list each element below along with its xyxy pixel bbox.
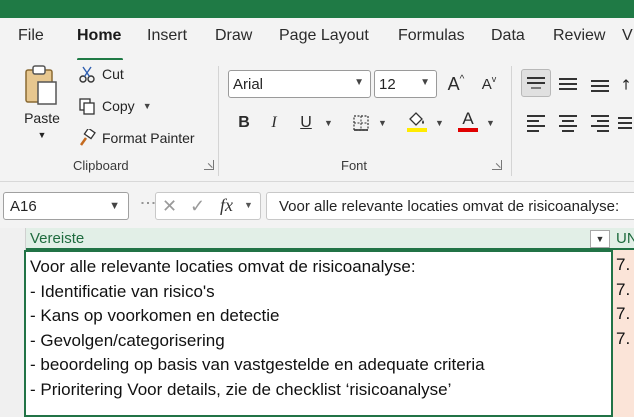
grow-font-label: A — [447, 73, 460, 94]
group-divider — [218, 66, 219, 176]
underline-button[interactable]: U — [295, 110, 317, 136]
caret-up-icon: ^ — [459, 73, 465, 85]
font-group-label: Font — [341, 158, 368, 173]
font-size-value: 12 — [379, 75, 396, 93]
middle-align-button[interactable] — [553, 70, 583, 98]
ribbon: Paste ▼ Cut Copy ▼ Format Painter Clipbo… — [0, 60, 634, 182]
chevron-down-icon[interactable]: ▼ — [38, 130, 47, 140]
format-painter-button[interactable]: Format Painter — [76, 127, 195, 149]
bottom-align-button[interactable] — [585, 72, 615, 100]
table-column-header-2[interactable]: UN — [612, 228, 634, 250]
font-size-dropdown[interactable]: 12 ▼ — [374, 70, 437, 98]
worksheet: Vereiste ▼ UN Voor alle relevante locati… — [0, 228, 634, 417]
cut-label: Cut — [102, 66, 124, 82]
cell-value[interactable]: 7. — [616, 253, 634, 278]
ribbon-tabs: File Home Insert Draw Page Layout Formul… — [0, 18, 634, 61]
orientation-icon: ↗ — [615, 73, 634, 94]
paste-button[interactable]: Paste ▼ — [22, 64, 62, 140]
active-cell[interactable]: Voor alle relevante locaties omvat de ri… — [24, 250, 613, 417]
copy-icon — [76, 95, 98, 117]
fill-color-button[interactable] — [404, 108, 430, 134]
chevron-down-icon[interactable]: ▼ — [143, 101, 152, 111]
paste-label: Paste — [24, 110, 60, 126]
tab-data[interactable]: Data — [491, 27, 525, 45]
align-left-button[interactable] — [521, 109, 551, 137]
font-name-value: Arial — [233, 75, 264, 93]
increase-font-size-button[interactable]: A ^ — [443, 71, 469, 97]
tab-home[interactable]: Home — [77, 27, 121, 45]
table-column-header[interactable]: Vereiste — [26, 228, 612, 250]
clipboard-group-label: Clipboard — [73, 158, 129, 173]
copy-button[interactable]: Copy ▼ — [76, 95, 152, 117]
chevron-down-icon[interactable]: ▼ — [435, 118, 444, 128]
chevron-down-icon[interactable]: ▼ — [378, 118, 387, 128]
formula-bar: A16 ▼ ⋮ ✕ ✓ fx ▼ Voor alle relevante loc… — [0, 182, 634, 228]
paint-bucket-icon — [407, 112, 427, 132]
tab-insert[interactable]: Insert — [147, 27, 187, 45]
formula-text: Voor alle relevante locaties omvat de ri… — [279, 197, 620, 215]
shrink-font-label: A — [481, 75, 492, 93]
borders-icon — [353, 115, 369, 131]
formula-buttons: ✕ ✓ fx ▼ — [155, 192, 261, 220]
title-bar — [0, 0, 634, 18]
borders-button[interactable] — [349, 110, 373, 136]
font-name-dropdown[interactable]: Arial ▼ — [228, 70, 371, 98]
tab-page-layout[interactable]: Page Layout — [279, 27, 369, 45]
chevron-down-icon: ▼ — [420, 77, 430, 88]
font-color-letter: A — [462, 109, 474, 128]
tab-review[interactable]: Review — [553, 27, 605, 45]
paintbrush-icon — [76, 127, 98, 149]
name-box[interactable]: A16 ▼ — [3, 192, 129, 220]
copy-label: Copy — [102, 98, 135, 114]
formula-input[interactable]: Voor alle relevante locaties omvat de ri… — [266, 192, 634, 220]
italic-button[interactable]: I — [263, 110, 285, 136]
align-right-button[interactable] — [585, 109, 615, 137]
filter-dropdown-button[interactable]: ▼ — [590, 230, 610, 248]
italic-label: I — [271, 114, 277, 131]
indent-button[interactable] — [618, 109, 634, 137]
orientation-button[interactable]: ↗ — [615, 70, 634, 98]
column-header-2-label: UN — [616, 229, 634, 247]
cell-value[interactable]: 7. — [616, 327, 634, 352]
bold-button[interactable]: B — [233, 110, 255, 136]
scissors-icon — [76, 63, 98, 85]
underline-label: U — [300, 114, 312, 131]
column-header-label: Vereiste — [30, 229, 85, 247]
caret-down-icon: v — [491, 74, 497, 84]
clipboard-icon — [25, 65, 57, 105]
format-painter-label: Format Painter — [102, 130, 195, 146]
row-header-strip — [0, 228, 26, 417]
cut-button[interactable]: Cut — [76, 63, 124, 85]
clipboard-dialog-launcher-icon[interactable] — [204, 160, 214, 170]
insert-function-button[interactable]: fx — [220, 195, 233, 216]
font-color-swatch — [458, 128, 478, 132]
tab-formulas[interactable]: Formulas — [398, 27, 465, 45]
tab-view[interactable]: V — [622, 27, 633, 45]
cell-value[interactable]: 7. — [616, 302, 634, 327]
chevron-down-icon: ▼ — [595, 234, 605, 244]
name-box-value: A16 — [10, 197, 37, 215]
align-center-button[interactable] — [553, 109, 583, 137]
bold-label: B — [238, 114, 250, 131]
chevron-down-icon[interactable]: ▼ — [109, 200, 120, 212]
top-align-button[interactable] — [521, 69, 551, 97]
font-dialog-launcher-icon[interactable] — [492, 160, 502, 170]
chevron-down-icon[interactable]: ▼ — [486, 118, 495, 128]
tab-draw[interactable]: Draw — [215, 27, 252, 45]
adjacent-column[interactable]: 7. 7. 7. 7. — [613, 250, 634, 417]
group-divider — [511, 66, 512, 176]
decrease-font-size-button[interactable]: Av — [476, 71, 502, 97]
cell-value[interactable]: 7. — [616, 278, 634, 303]
tab-file[interactable]: File — [18, 27, 44, 45]
chevron-down-icon[interactable]: ▼ — [244, 200, 253, 210]
cancel-icon[interactable]: ✕ — [162, 196, 177, 217]
enter-icon[interactable]: ✓ — [190, 196, 205, 217]
font-color-button[interactable]: A — [456, 108, 480, 134]
chevron-down-icon: ▼ — [354, 77, 364, 88]
chevron-down-icon[interactable]: ▼ — [324, 118, 333, 128]
